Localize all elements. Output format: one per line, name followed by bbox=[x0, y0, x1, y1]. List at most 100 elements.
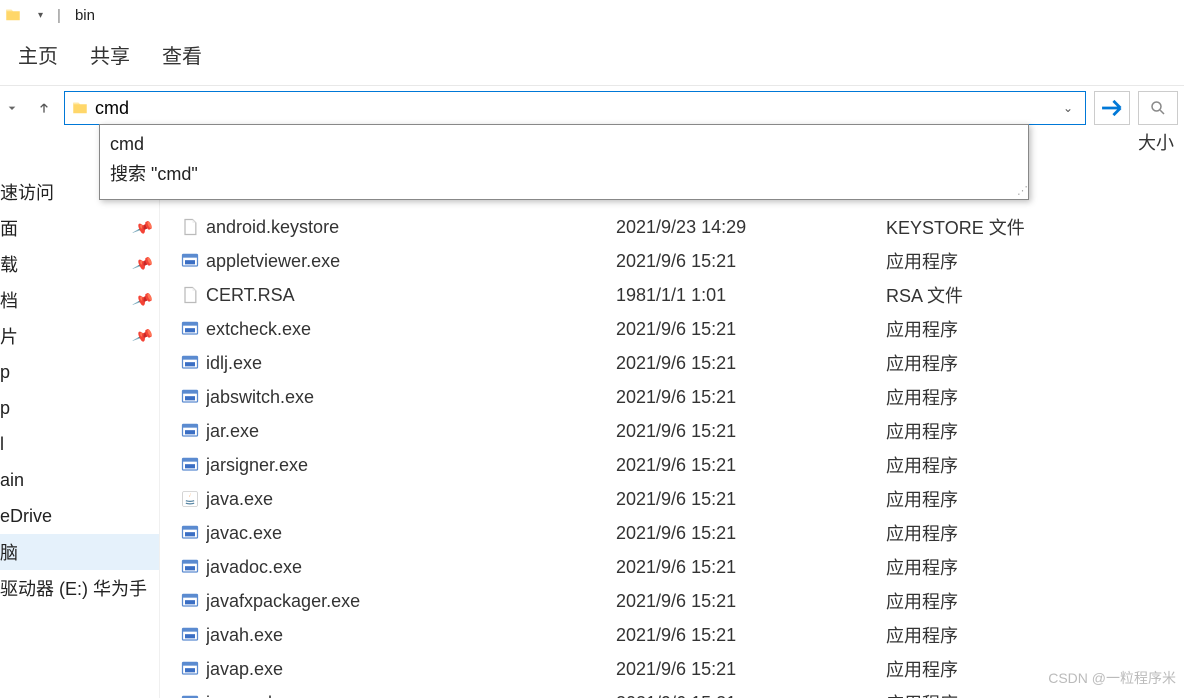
file-type: 应用程序 bbox=[886, 690, 1184, 698]
exe-icon bbox=[180, 353, 206, 373]
file-row[interactable]: idlj.exe2021/9/6 15:21应用程序 bbox=[180, 346, 1184, 380]
file-date: 2021/9/23 14:29 bbox=[616, 217, 886, 238]
file-type: 应用程序 bbox=[886, 588, 1184, 614]
file-name: javapackager.exe bbox=[206, 693, 616, 698]
file-date: 2021/9/6 15:21 bbox=[616, 455, 886, 476]
file-type: 应用程序 bbox=[886, 520, 1184, 546]
file-type: 应用程序 bbox=[886, 418, 1184, 444]
sidebar-item[interactable]: 面📌 bbox=[0, 210, 159, 246]
file-name: javac.exe bbox=[206, 523, 616, 544]
file-name: appletviewer.exe bbox=[206, 251, 616, 272]
sidebar-item[interactable]: 载📌 bbox=[0, 246, 159, 282]
file-row[interactable]: java.exe2021/9/6 15:21应用程序 bbox=[180, 482, 1184, 516]
window-title: bin bbox=[75, 7, 95, 24]
sidebar-item-label: p bbox=[0, 362, 10, 383]
file-name: javafxpackager.exe bbox=[206, 591, 616, 612]
pin-icon: 📌 bbox=[132, 252, 156, 275]
sidebar-item[interactable]: ain bbox=[0, 462, 159, 498]
file-row[interactable]: android.keystore2021/9/23 14:29KEYSTORE … bbox=[180, 210, 1184, 244]
file-name: jar.exe bbox=[206, 421, 616, 442]
file-type: 应用程序 bbox=[886, 486, 1184, 512]
tab-share[interactable]: 共享 bbox=[90, 40, 130, 69]
exe-icon bbox=[180, 251, 206, 271]
file-date: 2021/9/6 15:21 bbox=[616, 659, 886, 680]
sidebar-item-label: p bbox=[0, 398, 10, 419]
file-name: java.exe bbox=[206, 489, 616, 510]
file-type: KEYSTORE 文件 bbox=[886, 214, 1184, 240]
file-row[interactable]: jar.exe2021/9/6 15:21应用程序 bbox=[180, 414, 1184, 448]
suggestion-item[interactable]: 搜索 "cmd" bbox=[100, 159, 1028, 189]
java-icon bbox=[180, 489, 206, 509]
file-name: android.keystore bbox=[206, 217, 616, 238]
file-date: 2021/9/6 15:21 bbox=[616, 523, 886, 544]
file-row[interactable]: appletviewer.exe2021/9/6 15:21应用程序 bbox=[180, 244, 1184, 278]
file-type: RSA 文件 bbox=[886, 282, 1184, 308]
sidebar-item-label: 速访问 bbox=[0, 179, 54, 205]
file-list: android.keystore2021/9/23 14:29KEYSTORE … bbox=[160, 130, 1184, 698]
suggestion-item[interactable]: cmd bbox=[100, 129, 1028, 159]
file-name: jabswitch.exe bbox=[206, 387, 616, 408]
file-date: 2021/9/6 15:21 bbox=[616, 387, 886, 408]
sidebar-item[interactable]: 驱动器 (E:) 华为手 bbox=[0, 570, 159, 606]
back-dropdown[interactable] bbox=[0, 96, 24, 120]
pin-icon: 📌 bbox=[132, 288, 156, 311]
file-name: extcheck.exe bbox=[206, 319, 616, 340]
sidebar-item[interactable]: l bbox=[0, 426, 159, 462]
sidebar-item[interactable]: eDrive bbox=[0, 498, 159, 534]
sidebar-item-label: eDrive bbox=[0, 506, 52, 527]
file-type: 应用程序 bbox=[886, 554, 1184, 580]
file-row[interactable]: javah.exe2021/9/6 15:21应用程序 bbox=[180, 618, 1184, 652]
file-row[interactable]: javap.exe2021/9/6 15:21应用程序 bbox=[180, 652, 1184, 686]
file-row[interactable]: extcheck.exe2021/9/6 15:21应用程序 bbox=[180, 312, 1184, 346]
caret-down-icon[interactable]: ▾ bbox=[38, 10, 43, 21]
up-button[interactable] bbox=[32, 96, 56, 120]
file-row[interactable]: javapackager.exe2021/9/6 15:21应用程序 bbox=[180, 686, 1184, 698]
exe-icon bbox=[180, 421, 206, 441]
file-date: 2021/9/6 15:21 bbox=[616, 693, 886, 698]
go-button[interactable] bbox=[1094, 91, 1130, 125]
sidebar-item[interactable]: p bbox=[0, 390, 159, 426]
file-name: javah.exe bbox=[206, 625, 616, 646]
sidebar: 速访问面📌载📌档📌片📌pplaineDrive脑驱动器 (E:) 华为手 bbox=[0, 130, 160, 698]
folder-icon bbox=[71, 99, 89, 117]
file-date: 2021/9/6 15:21 bbox=[616, 319, 886, 340]
file-date: 2021/9/6 15:21 bbox=[616, 591, 886, 612]
file-type: 应用程序 bbox=[886, 384, 1184, 410]
file-row[interactable]: jabswitch.exe2021/9/6 15:21应用程序 bbox=[180, 380, 1184, 414]
resize-handle-icon[interactable]: ⋰ bbox=[1017, 184, 1026, 197]
watermark: CSDN @一粒程序米 bbox=[1048, 668, 1176, 688]
main-area: 速访问面📌载📌档📌片📌pplaineDrive脑驱动器 (E:) 华为手 and… bbox=[0, 130, 1184, 698]
search-box[interactable] bbox=[1138, 91, 1178, 125]
file-icon bbox=[180, 217, 206, 237]
sidebar-item[interactable]: 片📌 bbox=[0, 318, 159, 354]
sidebar-item[interactable]: 档📌 bbox=[0, 282, 159, 318]
file-type: 应用程序 bbox=[886, 248, 1184, 274]
exe-icon bbox=[180, 455, 206, 475]
file-row[interactable]: javadoc.exe2021/9/6 15:21应用程序 bbox=[180, 550, 1184, 584]
tab-home[interactable]: 主页 bbox=[18, 40, 58, 69]
sidebar-item-label: 档 bbox=[0, 287, 18, 313]
address-bar[interactable]: ⌄ bbox=[64, 91, 1086, 125]
address-suggestions: cmd 搜索 "cmd" ⋰ bbox=[99, 124, 1029, 200]
chevron-down-icon[interactable]: ⌄ bbox=[1057, 101, 1079, 115]
tab-view[interactable]: 查看 bbox=[162, 40, 202, 69]
file-date: 2021/9/6 15:21 bbox=[616, 353, 886, 374]
sidebar-item[interactable]: p bbox=[0, 354, 159, 390]
file-date: 2021/9/6 15:21 bbox=[616, 625, 886, 646]
sidebar-item[interactable]: 脑 bbox=[0, 534, 159, 570]
file-row[interactable]: javafxpackager.exe2021/9/6 15:21应用程序 bbox=[180, 584, 1184, 618]
column-size[interactable]: 大小 bbox=[1138, 129, 1174, 155]
file-row[interactable]: CERT.RSA1981/1/1 1:01RSA 文件 bbox=[180, 278, 1184, 312]
file-date: 2021/9/6 15:21 bbox=[616, 251, 886, 272]
separator: | bbox=[57, 7, 61, 24]
exe-icon bbox=[180, 523, 206, 543]
file-type: 应用程序 bbox=[886, 452, 1184, 478]
address-input[interactable] bbox=[95, 92, 1051, 124]
file-row[interactable]: javac.exe2021/9/6 15:21应用程序 bbox=[180, 516, 1184, 550]
pin-icon: 📌 bbox=[132, 216, 156, 239]
exe-icon bbox=[180, 557, 206, 577]
file-row[interactable]: jarsigner.exe2021/9/6 15:21应用程序 bbox=[180, 448, 1184, 482]
exe-icon bbox=[180, 625, 206, 645]
exe-icon bbox=[180, 319, 206, 339]
ribbon-tabs: 主页 共享 查看 bbox=[0, 30, 1184, 85]
